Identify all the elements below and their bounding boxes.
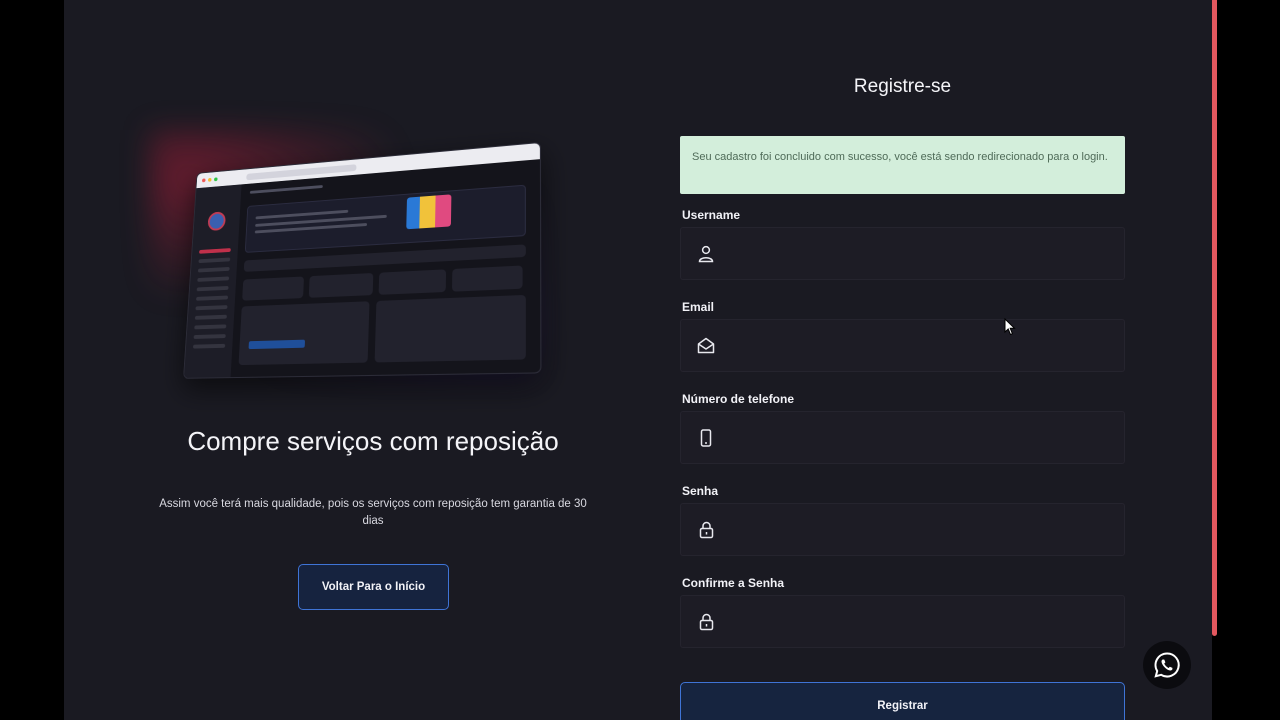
confirm-password-input[interactable] bbox=[731, 596, 1124, 647]
password-field[interactable] bbox=[680, 503, 1125, 556]
user-icon bbox=[681, 245, 731, 263]
confirm-password-label: Confirme a Senha bbox=[682, 576, 785, 590]
whatsapp-icon bbox=[1154, 652, 1180, 678]
confirm-password-field[interactable] bbox=[680, 595, 1125, 648]
phone-icon bbox=[681, 428, 731, 447]
phone-input[interactable] bbox=[731, 412, 1124, 463]
email-input[interactable] bbox=[731, 320, 1124, 371]
promo-title: Compre serviços com reposição bbox=[187, 426, 559, 456]
username-field[interactable] bbox=[680, 227, 1125, 280]
lock-icon bbox=[681, 521, 731, 539]
dashboard-mockup-image bbox=[183, 141, 542, 379]
phone-label: Número de telefone bbox=[682, 392, 795, 406]
scrollbar[interactable] bbox=[1212, 0, 1217, 636]
phone-field[interactable] bbox=[680, 411, 1125, 464]
back-to-home-button[interactable]: Voltar Para o Início bbox=[298, 564, 449, 610]
register-button[interactable]: Registrar bbox=[680, 682, 1125, 720]
success-alert: Seu cadastro foi concluido com sucesso, … bbox=[680, 136, 1125, 194]
username-input[interactable] bbox=[731, 228, 1124, 279]
lock-icon bbox=[681, 613, 731, 631]
promo-subtitle: Assim você terá mais qualidade, pois os … bbox=[159, 498, 587, 527]
password-label: Senha bbox=[682, 484, 719, 498]
password-input[interactable] bbox=[731, 504, 1124, 555]
email-label: Email bbox=[682, 300, 715, 314]
email-field[interactable] bbox=[680, 319, 1125, 372]
username-label: Username bbox=[682, 208, 741, 222]
envelope-icon bbox=[681, 337, 731, 354]
mouse-cursor bbox=[1004, 318, 1016, 336]
whatsapp-button[interactable] bbox=[1143, 641, 1191, 689]
form-title: Registre-se bbox=[853, 76, 952, 97]
